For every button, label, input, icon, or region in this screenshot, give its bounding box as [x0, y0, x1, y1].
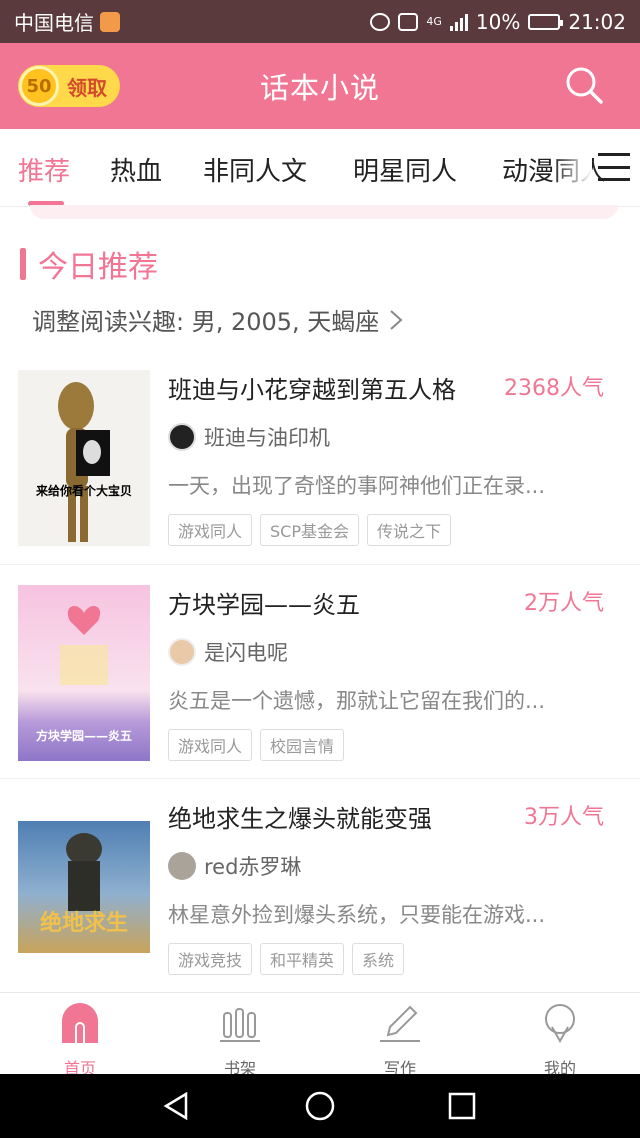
book-title: 班迪与小花穿越到第五人格: [168, 376, 456, 404]
claim-reward-button[interactable]: 50 领取: [18, 65, 120, 107]
book-description: 林星意外捡到爆头系统，只要能在游戏...: [168, 903, 546, 927]
book-item[interactable]: 来给你看个大宝贝 班迪与小花穿越到第五人格 2368人气 班迪与油印机 一天，出…: [0, 350, 640, 564]
system-nav-bar: [0, 1074, 640, 1138]
nav-write[interactable]: 写作: [360, 1001, 440, 1079]
banner-bottom-edge: [30, 205, 618, 219]
book-description: 一天，出现了奇怪的事阿神他们正在录...: [168, 474, 546, 498]
back-icon[interactable]: [160, 1090, 192, 1122]
book-item[interactable]: 绝地求生 绝地求生之爆头就能变强 3万人气 red赤罗琳 林星意外捡到爆头系统，…: [0, 779, 640, 993]
book-popularity: 3万人气: [524, 805, 604, 830]
book-tag[interactable]: 系统: [352, 943, 405, 975]
author-name: red赤罗琳: [204, 855, 302, 879]
network-type: 4G: [426, 15, 442, 28]
author-name: 是闪电呢: [204, 641, 288, 665]
nav-profile[interactable]: 我的: [520, 1001, 600, 1079]
book-author[interactable]: 班迪与油印机: [168, 422, 330, 452]
nfc-icon: [398, 12, 419, 31]
category-tabs: 推荐 热血 非同人文 明星同人 动漫同人: [0, 129, 640, 207]
book-popularity: 2368人气: [504, 376, 604, 401]
chevron-right-icon: [390, 309, 403, 330]
page-title: 话本小说: [259, 71, 380, 105]
signal-icon: [449, 13, 468, 31]
book-tag[interactable]: SCP基金会: [260, 514, 359, 546]
nav-bookshelf[interactable]: 书架: [200, 1001, 280, 1079]
section-heading: 今日推荐: [20, 242, 158, 286]
book-tag[interactable]: 游戏同人: [168, 729, 253, 761]
avatar: [168, 638, 196, 666]
book-item[interactable]: 方块学园——炎五 方块学园——炎五 2万人气 是闪电呢 炎五是一个遗憾，那就让它…: [0, 565, 640, 779]
reading-interest-link[interactable]: 调整阅读兴趣: 男, 2005, 天蝎座: [32, 302, 403, 337]
clock: 21:02: [568, 9, 626, 34]
profile-icon: [545, 1004, 575, 1044]
interest-text: 调整阅读兴趣: 男, 2005, 天蝎座: [32, 308, 380, 336]
carrier-info: 中国电信: [14, 7, 120, 36]
book-cover: 方块学园——炎五: [18, 585, 150, 761]
section-title: 今日推荐: [38, 250, 158, 285]
nav-home[interactable]: 首页: [40, 1001, 120, 1079]
book-tags: 游戏同人 SCP基金会 传说之下: [168, 514, 452, 546]
book-author[interactable]: red赤罗琳: [168, 851, 301, 881]
cover-caption: 绝地求生: [39, 911, 128, 936]
status-icons: 4G 10% 21:02: [370, 10, 626, 34]
search-icon[interactable]: [564, 65, 604, 105]
app-notification-icon: [100, 11, 120, 32]
book-tag[interactable]: 游戏同人: [168, 514, 253, 546]
book-author[interactable]: 是闪电呢: [168, 637, 288, 667]
book-tags: 游戏同人 校园言情: [168, 729, 345, 761]
book-tag[interactable]: 和平精英: [260, 943, 345, 975]
cover-image: [58, 382, 110, 542]
coin-count: 50: [26, 75, 52, 97]
avatar: [168, 423, 196, 451]
recent-apps-icon[interactable]: [446, 1090, 478, 1122]
book-description: 炎五是一个遗憾，那就让它留在我们的...: [168, 689, 546, 713]
claim-label: 领取: [67, 75, 107, 100]
vibrate-icon: [370, 12, 391, 31]
status-bar: 中国电信 4G 10% 21:02: [0, 0, 640, 43]
section-marker: [20, 248, 26, 280]
battery-icon: [528, 13, 564, 30]
tab-hot-blood[interactable]: 热血: [110, 151, 162, 188]
home-button-icon[interactable]: [304, 1090, 336, 1122]
tabs-fade: [552, 129, 592, 207]
tab-original[interactable]: 非同人文: [203, 151, 307, 188]
tab-menu-icon[interactable]: [598, 153, 630, 181]
book-cover: 来给你看个大宝贝: [18, 370, 150, 546]
bookshelf-icon: [220, 1008, 260, 1042]
home-icon: [62, 1003, 98, 1043]
coin-icon: 50: [19, 66, 59, 106]
cover-caption: 方块学园——炎五: [35, 729, 132, 743]
bottom-nav: 首页 书架 写作 我的: [0, 992, 640, 1078]
book-tag[interactable]: 校园言情: [260, 729, 345, 761]
book-tags: 游戏竞技 和平精英 系统: [168, 943, 405, 975]
avatar: [168, 852, 196, 880]
tab-recommend[interactable]: 推荐: [18, 151, 70, 188]
book-cover: 绝地求生: [18, 821, 150, 953]
author-name: 班迪与油印机: [204, 426, 330, 450]
carrier-name: 中国电信: [14, 11, 94, 35]
book-title: 方块学园——炎五: [168, 591, 360, 619]
book-tag[interactable]: 传说之下: [367, 514, 452, 546]
book-tag[interactable]: 游戏竞技: [168, 943, 253, 975]
book-popularity: 2万人气: [524, 591, 604, 616]
cover-caption: 来给你看个大宝贝: [35, 484, 132, 498]
pen-icon: [380, 1005, 420, 1042]
app-header: 50 领取 话本小说: [0, 43, 640, 129]
tab-celebrity-fanfic[interactable]: 明星同人: [353, 151, 457, 188]
battery-percent: 10%: [475, 9, 521, 34]
book-title: 绝地求生之爆头就能变强: [168, 805, 432, 833]
